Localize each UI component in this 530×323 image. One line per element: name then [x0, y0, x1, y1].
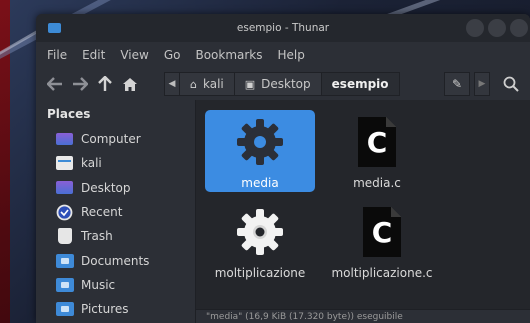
sidebar-item-pictures[interactable]: Pictures	[36, 297, 195, 321]
file-item-moltiplicazione-c[interactable]: C moltiplicazione.c	[322, 200, 442, 282]
home-folder-icon	[56, 156, 73, 171]
window-title: esempio - Thunar	[236, 22, 330, 34]
up-button[interactable]	[94, 73, 116, 95]
executable-gear-icon	[237, 209, 283, 255]
path-scroll-left-button[interactable]: ◀	[164, 72, 180, 96]
sidebar-section-title: Places	[47, 107, 91, 121]
menu-help[interactable]: Help	[278, 48, 305, 62]
search-button[interactable]	[498, 72, 524, 96]
sidebar-item-trash[interactable]: Trash	[36, 224, 195, 248]
pictures-folder-icon	[55, 302, 74, 317]
maximize-button[interactable]	[488, 19, 506, 37]
sidebar-item-label: Music	[81, 277, 116, 292]
home-icon	[123, 77, 137, 91]
file-item-media-c[interactable]: C media.c	[322, 110, 432, 192]
sidebar-item-kali[interactable]: kali	[36, 151, 195, 175]
file-view[interactable]: media C media.c moltiplicazione C moltip…	[196, 100, 530, 323]
sidebar-item-label: Computer	[81, 132, 141, 147]
recent-icon	[56, 204, 73, 220]
close-button[interactable]	[510, 19, 528, 37]
menu-go[interactable]: Go	[164, 48, 181, 62]
edit-location-button[interactable]: ✎	[444, 72, 470, 96]
sidebar-item-label: Documents	[81, 253, 150, 268]
computer-icon	[56, 133, 73, 146]
sidebar-item-music[interactable]: Music	[36, 273, 195, 297]
pencil-icon: ✎	[451, 77, 463, 91]
sidebar-item-desktop[interactable]: Desktop	[36, 176, 195, 200]
path-segment-label: kali	[202, 77, 224, 91]
file-name: moltiplicazione	[214, 266, 306, 280]
content-area: Places Computer kali Desktop Recent Tras…	[36, 100, 530, 323]
c-source-file-icon: C	[363, 207, 401, 257]
trash-icon	[57, 228, 72, 245]
window-controls	[466, 19, 528, 37]
menubar: File Edit View Go Bookmarks Help	[36, 42, 530, 68]
desktop-icon: ▣	[244, 77, 256, 91]
desktop-icon	[56, 181, 73, 195]
home-button[interactable]	[119, 73, 141, 95]
path-scroll-right-button[interactable]: ▶	[474, 72, 490, 96]
sidebar-item-label: Recent	[81, 205, 123, 220]
sidebar: Places Computer kali Desktop Recent Tras…	[36, 100, 196, 323]
search-icon	[503, 76, 519, 92]
back-button[interactable]	[44, 73, 66, 95]
folder-icon	[48, 23, 61, 33]
sidebar-item-label: kali	[81, 156, 102, 171]
menu-bookmarks[interactable]: Bookmarks	[195, 48, 262, 62]
path-segment-desktop[interactable]: ▣ Desktop	[234, 72, 322, 96]
titlebar[interactable]: esempio - Thunar	[36, 14, 530, 42]
documents-folder-icon	[55, 253, 74, 268]
path-segment-kali[interactable]: ⌂ kali	[180, 72, 235, 96]
path-segment-esempio[interactable]: esempio	[321, 72, 400, 96]
path-segment-label: Desktop	[261, 77, 311, 91]
file-item-media[interactable]: media	[205, 110, 315, 192]
file-name: moltiplicazione.c	[331, 266, 433, 280]
sidebar-item-label: Pictures	[81, 302, 129, 317]
sidebar-item-label: Trash	[81, 229, 113, 244]
file-item-moltiplicazione[interactable]: moltiplicazione	[205, 200, 315, 282]
status-bar: "media" (16,9 KiB (17.320 byte)) eseguib…	[196, 309, 530, 323]
sidebar-item-recent[interactable]: Recent	[36, 200, 195, 224]
sidebar-item-computer[interactable]: Computer	[36, 127, 195, 151]
music-folder-icon	[55, 277, 74, 292]
arrow-left-icon	[47, 77, 62, 91]
menu-view[interactable]: View	[120, 48, 148, 62]
minimize-button[interactable]	[466, 19, 484, 37]
c-source-file-icon: C	[358, 117, 396, 167]
arrow-up-icon	[98, 76, 112, 91]
sidebar-item-documents[interactable]: Documents	[36, 248, 195, 272]
menu-file[interactable]: File	[47, 48, 67, 62]
file-name: media.c	[353, 176, 401, 190]
pathbar: ◀ ⌂ kali ▣ Desktop esempio	[164, 72, 400, 96]
home-icon: ⌂	[190, 77, 197, 91]
path-segment-label: esempio	[331, 77, 389, 91]
sidebar-item-label: Desktop	[81, 180, 131, 195]
arrow-right-icon	[73, 77, 88, 91]
executable-gear-icon	[237, 119, 283, 165]
menu-edit[interactable]: Edit	[82, 48, 105, 62]
file-manager-window: esempio - Thunar File Edit View Go Bookm…	[36, 14, 530, 323]
forward-button[interactable]	[69, 73, 91, 95]
toolbar: ◀ ⌂ kali ▣ Desktop esempio ✎ ▶	[36, 68, 530, 100]
file-name: media	[241, 176, 279, 190]
